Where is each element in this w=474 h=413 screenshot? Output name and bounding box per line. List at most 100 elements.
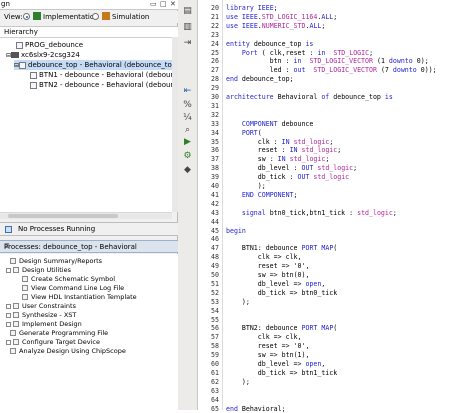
line-number: 22 [211,22,219,31]
open-icon[interactable]: ▥ [182,22,193,33]
code-line[interactable]: begin [226,227,246,236]
tree-node-device[interactable]: ⊟xc6slx9-2csg324 [6,50,80,60]
process-item[interactable]: User Constraints [6,302,76,310]
code-line[interactable]: COMPONENT debounce [226,120,313,129]
uncomment-icon[interactable]: ¼ [182,113,193,124]
line-number: 43 [211,209,219,218]
process-item[interactable]: Generate Programming File [10,329,108,337]
implement-icon [13,321,19,327]
code-line[interactable]: led : out STD_LOGIC_VECTOR (7 downto 0))… [226,66,437,75]
expand-icon[interactable] [6,322,11,327]
collapse-icon[interactable] [6,268,11,273]
code-line[interactable]: db_tick : OUT std_logic [226,173,349,182]
line-number: 53 [211,298,219,307]
code-line[interactable]: clk : IN std_logic; [226,138,333,147]
code-line[interactable]: db_level => open, [226,360,325,369]
expand-icon[interactable] [6,340,11,345]
expand-icon[interactable] [6,304,11,309]
simulation-radio[interactable] [92,13,99,20]
constraints-icon [13,303,19,309]
code-line[interactable]: PORT( [226,129,262,138]
implementation-label[interactable]: Implementation [43,13,99,21]
process-label: User Constraints [22,302,76,310]
line-number: 39 [211,173,219,182]
code-line[interactable]: reset => '0', [226,262,309,271]
maximize-icon[interactable]: □ [160,0,167,8]
run-icon[interactable]: ▶ [182,137,193,148]
code-line[interactable]: architecture Behavioral of debounce_top … [226,93,393,102]
code-line[interactable]: library IEEE; [226,4,278,13]
process-item[interactable]: View Command Line Log File [22,284,124,292]
process-item[interactable]: View HDL Instantiation Template [22,293,137,301]
code-line[interactable]: reset : IN std_logic; [226,146,341,155]
bookmark-icon[interactable]: ◆ [182,165,193,176]
comment-icon[interactable]: % [182,100,193,111]
code-line[interactable]: clk => clk, [226,253,302,262]
code-line[interactable]: BTN2: debounce PORT MAP( [226,324,337,333]
code-line[interactable]: sw => btn(1), [226,351,309,360]
process-item[interactable]: Configure Target Device [6,338,100,346]
processes-tree: Design Summary/Reports Design Utilities … [0,254,178,410]
code-area[interactable]: library IEEE;use IEEE.STD_LOGIC_1164.ALL… [226,0,472,410]
line-number: 60 [211,360,219,369]
code-line[interactable]: sw : IN std_logic; [226,155,329,164]
implementation-radio[interactable] [23,13,30,20]
status-text: No Processes Running [18,225,95,233]
code-line[interactable]: db_level => open, [226,280,325,289]
code-line[interactable]: end debounce_top; [226,75,294,84]
process-item[interactable]: Analyze Design Using ChipScope [10,347,126,355]
code-line[interactable]: btn : in STD_LOGIC_VECTOR (1 downto 0); [226,57,429,66]
restore-icon[interactable]: ▭ [150,0,157,8]
implementation-icon [33,12,41,20]
code-line[interactable]: end Behavioral; [226,405,286,413]
code-line[interactable]: END COMPONENT; [226,191,298,200]
close-icon[interactable]: ⊡ [4,242,174,250]
indent-icon[interactable]: ⇥ [182,38,193,49]
code-line[interactable]: clk => clk, [226,333,302,342]
line-number: 36 [211,146,219,155]
code-line[interactable]: ); [226,298,250,307]
code-line[interactable]: use IEEE.NUMERIC_STD.ALL; [226,22,325,31]
code-line[interactable]: BTN1: debounce PORT MAP( [226,244,337,253]
line-number: 42 [211,200,219,209]
tree-node-top[interactable]: ⊟debounce_top - Behavioral (debounce_top… [14,60,172,70]
line-number: 58 [211,342,219,351]
tree-node-project[interactable]: PROG_debounce [16,40,83,50]
code-line[interactable]: use IEEE.STD_LOGIC_1164.ALL; [226,13,337,22]
language-template-icon[interactable]: ⚙ [182,151,193,162]
line-number: 23 [211,31,219,40]
close-icon[interactable]: ✕ [170,0,176,8]
code-line[interactable]: signal btn0_tick,btn1_tick : std_logic; [226,209,397,218]
code-line[interactable]: db_tick => btn0_tick [226,289,337,298]
code-line[interactable]: db_tick => btn1_tick [226,369,337,378]
process-item[interactable]: Design Summary/Reports [10,257,102,265]
line-number: 64 [211,396,219,405]
line-number: 38 [211,164,219,173]
expand-icon[interactable] [6,313,11,318]
process-item[interactable]: Design Utilities [6,266,71,274]
window-title: gn [1,0,10,8]
code-editor[interactable]: 2021222324252627282930313233343536373839… [198,0,474,410]
code-line[interactable]: sw => btn(0), [226,271,309,280]
code-line[interactable]: Port ( clk,reset : in STD_LOGIC; [226,49,373,58]
simulation-label[interactable]: Simulation [112,13,149,21]
scroll-thumb[interactable] [8,214,118,218]
code-line[interactable]: ); [226,378,250,387]
tree-node-label: PROG_debounce [25,41,83,49]
code-line[interactable]: ); [226,182,266,191]
tree-node-label: xc6slx9-2csg324 [21,51,80,59]
new-file-icon[interactable]: ▤ [182,6,193,17]
code-line[interactable]: entity debounce_top is [226,40,313,49]
outdent-icon[interactable]: ⇤ [182,86,193,97]
process-item[interactable]: Create Schematic Symbol [22,275,115,283]
tree-horizontal-scrollbar[interactable] [0,212,172,219]
device-icon [13,339,19,345]
line-number: 21 [211,13,219,22]
process-item[interactable]: Implement Design [6,320,82,328]
code-line[interactable]: reset => '0', [226,342,309,351]
find-icon[interactable]: ⌕ [182,125,193,136]
process-item[interactable]: Synthesize - XST [6,311,76,319]
process-label: View HDL Instantiation Template [31,293,137,301]
code-line[interactable]: db_level : OUT std_logic; [226,164,357,173]
processes-header: Processes: debounce_top - Behavioral ⊡ [0,240,178,253]
